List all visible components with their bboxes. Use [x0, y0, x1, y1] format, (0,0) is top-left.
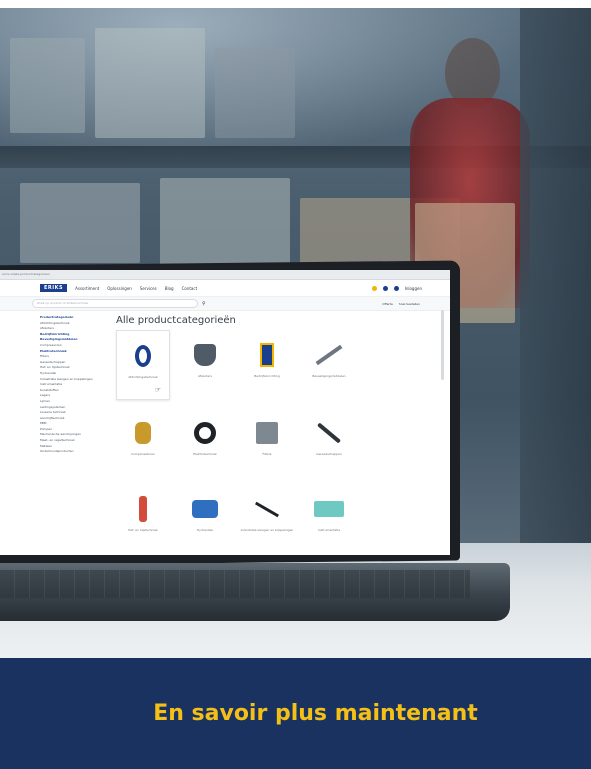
nav-item[interactable]: Services	[140, 286, 157, 291]
browser-url: erics.nl/alle-productcategorieen	[2, 272, 50, 276]
category-main: Alle productcategorieën Afdichtingstechn…	[110, 315, 450, 552]
category-label: Hef- en hijstechniek	[128, 528, 158, 532]
filter-icon	[256, 422, 278, 444]
pointer-cursor-icon: ☞	[154, 386, 161, 394]
category-label: Bevestigingsmiddelen	[312, 374, 346, 378]
category-label: Gereedschappen	[316, 452, 342, 456]
site-navbar: ERIKS Assortiment Oplossingen Services B…	[0, 280, 450, 297]
learn-more-link[interactable]: En savoir plus maintenant	[153, 701, 478, 726]
category-card[interactable]: Afdichtingstechniek ☞	[116, 330, 170, 400]
category-label: Afsluiters	[198, 374, 212, 378]
category-grid: Afdichtingstechniek ☞ Afsluiters Bedrijf…	[116, 330, 450, 552]
category-card[interactable]: Bedrijfsinrichting	[240, 330, 294, 398]
hose-icon	[254, 501, 280, 517]
warehouse-box	[95, 28, 205, 138]
instrument-icon	[314, 501, 344, 517]
cabinet-icon	[260, 343, 274, 367]
category-label: Elektrotechniek	[193, 452, 217, 456]
category-card[interactable]: Hef- en hijstechniek	[116, 484, 170, 552]
category-label: Compensatoren	[131, 452, 155, 456]
login-link[interactable]: Inloggen	[405, 286, 422, 291]
category-label: Afdichtingstechniek	[128, 375, 158, 379]
category-label: Industriële slangen en koppelingen	[240, 528, 294, 532]
category-card[interactable]: Compensatoren	[116, 408, 170, 476]
hero-photo: erics.nl/alle-productcategorieen ERIKS A…	[0, 8, 591, 658]
category-card[interactable]: Elektrotechniek	[178, 408, 232, 476]
scrollbar[interactable]	[441, 310, 444, 380]
hoist-icon	[139, 496, 147, 522]
pump-icon	[192, 500, 218, 518]
search-links: Offerte Snel bestellen	[382, 302, 420, 306]
nav-actions: Inloggen	[371, 285, 422, 291]
warehouse-box	[10, 38, 85, 133]
bolt-icon	[315, 344, 343, 366]
category-card[interactable]: Bevestigingsmiddelen	[302, 330, 356, 398]
warehouse-box	[20, 183, 140, 263]
compensator-icon	[135, 422, 151, 444]
category-label: Filters	[262, 452, 272, 456]
nav-item[interactable]: Assortiment	[75, 286, 99, 291]
quick-order-link[interactable]: Snel bestellen	[399, 302, 420, 306]
nav-item[interactable]: Blog	[165, 286, 174, 291]
cart-icon[interactable]	[371, 285, 377, 291]
laptop-keyboard	[0, 570, 470, 598]
laptop-screen: erics.nl/alle-productcategorieen ERIKS A…	[0, 270, 450, 555]
globe-icon[interactable]	[393, 285, 399, 291]
cta-banner: En savoir plus maintenant	[0, 658, 591, 769]
page-content: Productcategorieën Afdichtingstechniek A…	[0, 311, 450, 552]
category-label: Instrumentatie	[317, 528, 341, 532]
shelf-upright	[520, 8, 591, 548]
nav-item[interactable]: Contact	[182, 286, 198, 291]
category-card[interactable]: Instrumentatie	[302, 484, 356, 552]
category-label: Bedrijfsinrichting	[254, 374, 280, 378]
category-card[interactable]: Filters	[240, 408, 294, 476]
page-title: Alle productcategorieën	[116, 315, 236, 326]
search-row: Zoek op product of artikelnummer ⚲ Offer…	[0, 297, 450, 311]
quote-link[interactable]: Offerte	[382, 302, 393, 306]
warehouse-box	[160, 178, 290, 268]
site-logo[interactable]: ERIKS	[40, 284, 68, 292]
browser-bar: erics.nl/alle-productcategorieen	[0, 270, 450, 280]
category-card[interactable]: Gereedschappen	[302, 408, 356, 476]
category-label: Hydrauliek	[196, 528, 214, 532]
o-ring-icon	[135, 345, 151, 367]
sidebar-item[interactable]: Onderhoudsproducten	[40, 449, 110, 455]
search-icon[interactable]: ⚲	[202, 301, 206, 307]
nav-item[interactable]: Oplossingen	[107, 286, 132, 291]
valve-icon	[194, 344, 216, 366]
category-card[interactable]: Industriële slangen en koppelingen	[240, 484, 294, 552]
wrench-icon	[316, 422, 342, 444]
category-card[interactable]: Afsluiters	[178, 330, 232, 398]
search-input[interactable]: Zoek op product of artikelnummer	[32, 299, 198, 308]
category-card[interactable]: Hydrauliek	[178, 484, 232, 552]
category-sidebar: Productcategorieën Afdichtingstechniek A…	[40, 315, 110, 552]
cable-reel-icon	[194, 422, 216, 444]
warehouse-box	[215, 48, 295, 138]
list-icon[interactable]	[382, 285, 388, 291]
